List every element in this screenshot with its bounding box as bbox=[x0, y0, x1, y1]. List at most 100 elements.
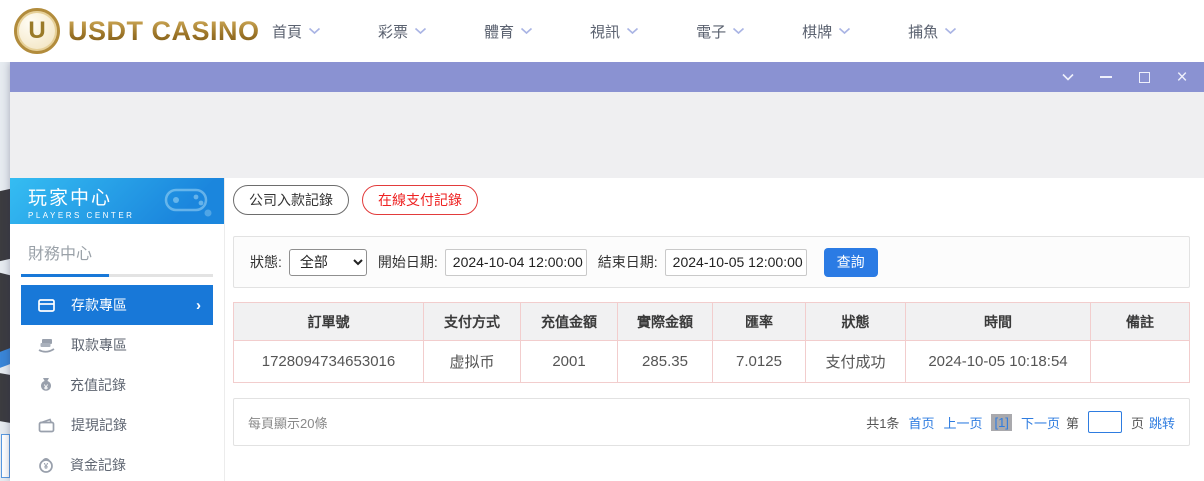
chevron-down-icon bbox=[626, 27, 639, 35]
sidebar: 玩家中心 PLAYERS CENTER 財務中心 存款專區 › bbox=[10, 178, 225, 481]
nav-label: 體育 bbox=[484, 21, 514, 42]
sidebar-item-withdrawal-record[interactable]: 提現記錄 bbox=[10, 405, 224, 445]
pager-controls: 共1条 首页 上一页 [1] 下一页 第 页 跳转 bbox=[866, 411, 1175, 433]
purse-icon: ¥ bbox=[38, 457, 54, 473]
cell-recharge-amount: 2001 bbox=[521, 341, 618, 383]
background-art bbox=[1, 434, 10, 478]
chevron-right-icon: › bbox=[196, 297, 201, 314]
payment-records-table: 訂單號 支付方式 充值金額 實際金額 匯率 狀態 時間 備註 172809473… bbox=[233, 302, 1190, 383]
nav-label: 彩票 bbox=[378, 21, 408, 42]
current-page-indicator[interactable]: [1] bbox=[991, 414, 1011, 431]
logo-monogram: U bbox=[28, 17, 45, 45]
sidebar-item-label: 提現記錄 bbox=[71, 415, 127, 435]
col-order-no: 訂單號 bbox=[234, 303, 424, 341]
sidebar-divider bbox=[21, 274, 213, 277]
record-tabs: 公司入款記錄 在線支付記錄 bbox=[233, 185, 478, 215]
cell-time: 2024-10-05 10:18:54 bbox=[906, 341, 1091, 383]
cell-actual-amount: 285.35 bbox=[618, 341, 713, 383]
cell-rate: 7.0125 bbox=[713, 341, 806, 383]
sidebar-item-withdraw[interactable]: 取款專區 bbox=[10, 325, 224, 365]
prev-page-link[interactable]: 上一页 bbox=[943, 413, 982, 432]
window-header-space bbox=[10, 92, 1204, 178]
cell-remark bbox=[1091, 341, 1190, 383]
chevron-down-icon bbox=[414, 27, 427, 35]
wallet-icon bbox=[38, 418, 55, 433]
col-status: 狀態 bbox=[806, 303, 906, 341]
background-art bbox=[0, 189, 10, 261]
player-center-window: × 玩家中心 PLAYERS CENTER 財務中心 存款 bbox=[10, 62, 1204, 481]
jump-button[interactable]: 跳转 bbox=[1149, 413, 1175, 432]
search-button[interactable]: 查詢 bbox=[824, 248, 878, 277]
nav-item-lottery[interactable]: 彩票 bbox=[378, 21, 427, 42]
cell-order-no: 1728094734653016 bbox=[234, 341, 424, 383]
withdraw-hand-icon bbox=[38, 338, 55, 353]
window-collapse-button[interactable] bbox=[1060, 69, 1076, 85]
pagination-bar: 每頁顯示20條 共1条 首页 上一页 [1] 下一页 第 页 跳转 bbox=[233, 398, 1190, 446]
start-date-input[interactable] bbox=[445, 249, 587, 276]
tab-online-payment-record[interactable]: 在線支付記錄 bbox=[362, 185, 478, 215]
nav-item-fishing[interactable]: 捕魚 bbox=[908, 21, 957, 42]
nav-item-live[interactable]: 視訊 bbox=[590, 21, 639, 42]
chevron-down-icon bbox=[944, 27, 957, 35]
nav-label: 捕魚 bbox=[908, 21, 938, 42]
nav-item-home[interactable]: 首頁 bbox=[272, 21, 321, 42]
window-close-button[interactable]: × bbox=[1174, 69, 1190, 85]
nav-item-sports[interactable]: 體育 bbox=[484, 21, 533, 42]
money-bag-icon: ¥ bbox=[38, 377, 54, 393]
sidebar-item-deposit[interactable]: 存款專區 › bbox=[21, 285, 213, 325]
tab-company-deposit-record[interactable]: 公司入款記錄 bbox=[233, 185, 349, 215]
nav-label: 棋牌 bbox=[802, 21, 832, 42]
site-logo[interactable]: U USDT CASINO bbox=[14, 8, 260, 54]
total-count-text: 共1条 bbox=[866, 413, 899, 432]
logo-coin-icon: U bbox=[14, 8, 60, 54]
col-recharge-amount: 充值金額 bbox=[521, 303, 618, 341]
first-page-link[interactable]: 首页 bbox=[908, 413, 934, 432]
main-nav: 首頁 彩票 體育 視訊 電子 棋牌 捕魚 bbox=[272, 0, 957, 62]
chevron-down-icon bbox=[520, 27, 533, 35]
cell-pay-method: 虚拟币 bbox=[424, 341, 521, 383]
chevron-down-icon bbox=[838, 27, 851, 35]
background-art bbox=[0, 373, 10, 423]
background-page-strip bbox=[0, 62, 10, 481]
col-actual-amount: 實際金額 bbox=[618, 303, 713, 341]
col-rate: 匯率 bbox=[713, 303, 806, 341]
sidebar-item-label: 存款專區 bbox=[71, 295, 127, 315]
nav-label: 首頁 bbox=[272, 21, 302, 42]
nav-item-slots[interactable]: 電子 bbox=[696, 21, 745, 42]
jump-prefix-label: 第 bbox=[1066, 413, 1079, 432]
sidebar-item-funds-record[interactable]: ¥ 資金記錄 bbox=[10, 445, 224, 481]
jump-suffix-label: 页 bbox=[1131, 413, 1144, 432]
top-navigation-bar: U USDT CASINO 首頁 彩票 體育 視訊 電子 棋牌 捕魚 bbox=[0, 0, 1204, 62]
col-time: 時間 bbox=[906, 303, 1091, 341]
window-content: 玩家中心 PLAYERS CENTER 財務中心 存款專區 › bbox=[10, 178, 1204, 481]
window-minimize-button[interactable] bbox=[1098, 69, 1114, 85]
sidebar-header: 玩家中心 PLAYERS CENTER bbox=[10, 178, 224, 224]
sidebar-item-label: 取款專區 bbox=[71, 335, 127, 355]
table-header-row: 訂單號 支付方式 充值金額 實際金額 匯率 狀態 時間 備註 bbox=[234, 303, 1190, 341]
nav-item-boardgames[interactable]: 棋牌 bbox=[802, 21, 851, 42]
sidebar-item-recharge-record[interactable]: ¥ 充值記錄 bbox=[10, 365, 224, 405]
deposit-card-icon bbox=[38, 298, 55, 313]
sidebar-item-label: 充值記錄 bbox=[70, 375, 126, 395]
jump-page-input[interactable] bbox=[1088, 411, 1122, 433]
main-panel: 公司入款記錄 在線支付記錄 狀態: 全部 開始日期: 結束日期: 查詢 bbox=[225, 178, 1204, 481]
next-page-link[interactable]: 下一页 bbox=[1021, 413, 1060, 432]
background-art bbox=[0, 348, 10, 368]
gamepad-icon bbox=[158, 184, 214, 218]
status-select[interactable]: 全部 bbox=[289, 249, 367, 276]
sidebar-item-label: 資金記錄 bbox=[70, 455, 126, 475]
table-row: 1728094734653016 虚拟币 2001 285.35 7.0125 … bbox=[234, 341, 1190, 383]
svg-text:¥: ¥ bbox=[44, 462, 49, 471]
window-maximize-button[interactable] bbox=[1136, 69, 1152, 85]
chevron-down-icon bbox=[732, 27, 745, 35]
start-date-label: 開始日期: bbox=[378, 252, 438, 272]
col-pay-method: 支付方式 bbox=[424, 303, 521, 341]
window-titlebar: × bbox=[10, 62, 1204, 92]
nav-label: 電子 bbox=[696, 21, 726, 42]
col-remark: 備註 bbox=[1091, 303, 1190, 341]
end-date-input[interactable] bbox=[665, 249, 807, 276]
page-size-text: 每頁顯示20條 bbox=[248, 413, 327, 432]
chevron-down-icon bbox=[1061, 73, 1075, 82]
status-label: 狀態: bbox=[250, 252, 282, 272]
filter-bar: 狀態: 全部 開始日期: 結束日期: 查詢 bbox=[233, 236, 1190, 288]
